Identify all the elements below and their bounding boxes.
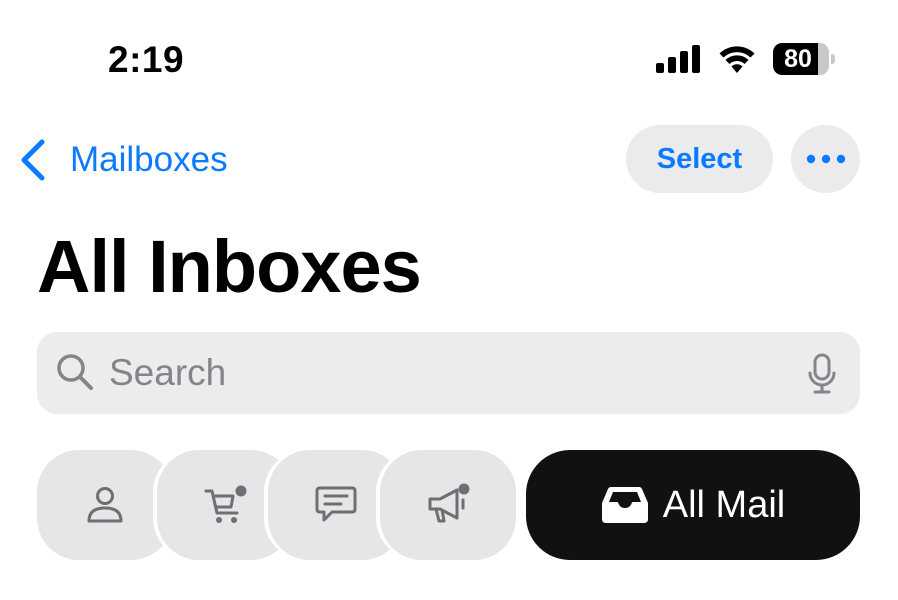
battery-tip bbox=[831, 54, 835, 64]
wifi-icon bbox=[719, 46, 755, 73]
search-icon bbox=[57, 354, 93, 390]
page-title: All Inboxes bbox=[37, 225, 422, 308]
status-time: 2:19 bbox=[108, 39, 185, 80]
chevron-left-icon bbox=[21, 139, 45, 181]
select-button[interactable]: Select bbox=[626, 125, 773, 193]
back-button[interactable]: Mailboxes bbox=[18, 137, 228, 183]
microphone-icon[interactable] bbox=[807, 353, 837, 395]
battery-indicator: 80 bbox=[773, 43, 837, 75]
search-bar[interactable] bbox=[37, 332, 860, 414]
category-promotions-button[interactable] bbox=[380, 450, 516, 560]
megaphone-icon bbox=[428, 483, 470, 523]
all-mail-label: All Mail bbox=[662, 483, 786, 526]
message-icon bbox=[315, 486, 357, 522]
back-label: Mailboxes bbox=[70, 140, 228, 179]
cart-icon bbox=[204, 485, 247, 523]
search-input[interactable] bbox=[109, 332, 789, 414]
all-mail-button[interactable]: All Mail bbox=[526, 450, 860, 560]
category-primary-button[interactable] bbox=[37, 450, 173, 560]
tray-icon bbox=[601, 487, 648, 523]
person-icon bbox=[87, 487, 123, 523]
cellular-signal-icon bbox=[656, 45, 700, 73]
more-button[interactable] bbox=[791, 125, 860, 193]
ellipsis-icon bbox=[806, 154, 845, 164]
battery-percent: 80 bbox=[784, 45, 812, 73]
